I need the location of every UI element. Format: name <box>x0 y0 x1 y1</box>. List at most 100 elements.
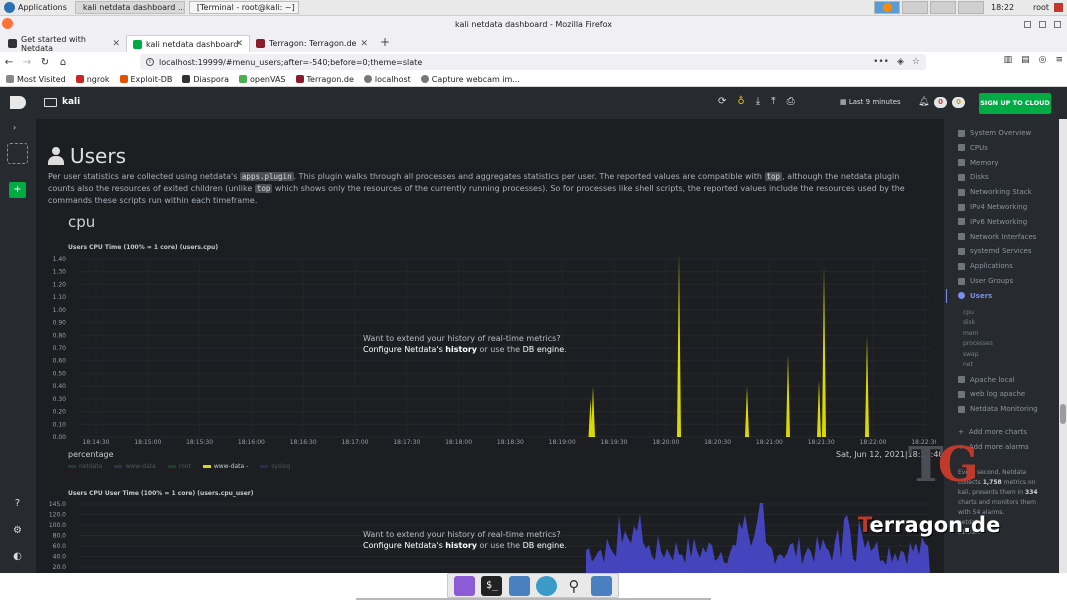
workspace-3[interactable] <box>930 1 956 14</box>
tab-netdata-dashboard[interactable]: kali netdata dashboard ✕ <box>126 35 250 52</box>
close-icon[interactable] <box>1054 21 1061 28</box>
sign-up-cloud-button[interactable]: SIGN UP TO CLOUD <box>979 93 1051 114</box>
menu-item-web-log-apache[interactable]: web log apache <box>958 390 1025 398</box>
bookmark-star-icon[interactable]: ☆ <box>912 57 920 67</box>
close-tab-icon[interactable]: ✕ <box>112 39 120 49</box>
menu-item-systemd-services[interactable]: systemd Services <box>958 247 1032 255</box>
menu-item-apache-local[interactable]: Apache local <box>958 376 1015 384</box>
user-icon[interactable]: ◐ <box>11 550 24 563</box>
account-icon[interactable]: ◎ <box>1039 55 1047 65</box>
url-bar[interactable]: i localhost:19999/#menu_users;after=-540… <box>140 54 926 70</box>
back-icon[interactable]: ← <box>0 57 18 68</box>
submenu-item-processes[interactable]: processes <box>963 340 993 347</box>
menu-item-applications[interactable]: Applications <box>958 262 1013 270</box>
netdata-logo-icon[interactable] <box>10 96 26 109</box>
tab-terragon[interactable]: Terragon: Terragon.de ✕ <box>250 35 374 52</box>
submenu-item-cpu[interactable]: cpu <box>963 309 974 316</box>
print-icon[interactable]: ⎙ <box>787 96 795 107</box>
applications-menu[interactable]: Applications <box>0 0 71 16</box>
sidebar-icon[interactable]: ▤ <box>1021 55 1030 65</box>
legend-item[interactable]: syslog <box>260 463 290 470</box>
menu-item-netdata-monitoring[interactable]: Netdata Monitoring <box>958 405 1038 413</box>
scrollbar-thumb[interactable] <box>1060 404 1066 424</box>
db-engine-link[interactable]: DB engine <box>523 345 564 354</box>
sync-icon[interactable]: ⟳ <box>718 96 726 107</box>
bell-icon[interactable]: 🔔︎ <box>918 97 929 107</box>
legend-item[interactable]: www-data - <box>202 463 248 470</box>
menu-item-users[interactable]: Users <box>958 292 992 300</box>
show-desktop-icon[interactable] <box>454 575 476 596</box>
search-icon[interactable]: ⚲ <box>563 576 584 596</box>
page-scrollbar[interactable] <box>1059 119 1067 573</box>
maximize-icon[interactable] <box>1039 21 1046 28</box>
menu-item-system-overview[interactable]: System Overview <box>958 129 1031 137</box>
library-icon[interactable]: ▥ <box>1004 55 1013 65</box>
bookmark-most-visited[interactable]: Most Visited <box>6 75 66 84</box>
bookmark-ngrok[interactable]: ngrok <box>75 75 110 84</box>
url-text[interactable]: localhost:19999/#menu_users;after=-540;b… <box>159 58 422 67</box>
history-link[interactable]: history <box>445 345 477 354</box>
warning-alarms-badge[interactable]: 0 <box>952 97 965 108</box>
workspace-switcher[interactable] <box>874 1 984 14</box>
site-info-icon[interactable]: i <box>146 58 154 66</box>
menu-icon[interactable]: ≡ <box>1055 55 1063 65</box>
logout-icon[interactable] <box>1054 3 1063 12</box>
menu-item-disks[interactable]: Disks <box>958 173 989 181</box>
legend-item[interactable]: root <box>167 463 191 470</box>
menu-item-network-interfaces[interactable]: Network Interfaces <box>958 233 1036 241</box>
submenu-item-net[interactable]: net <box>963 361 973 368</box>
home-icon[interactable]: ⌂ <box>54 57 72 68</box>
terminal-icon[interactable]: $_ <box>481 575 503 596</box>
bookmark-terragon[interactable]: Terragon.de <box>295 75 354 84</box>
host-name[interactable]: kali <box>62 97 80 107</box>
menu-item-networking-stack[interactable]: Networking Stack <box>958 188 1032 196</box>
forward-icon[interactable]: → <box>18 57 36 68</box>
submenu-item-mem[interactable]: mem <box>963 330 978 337</box>
pocket-icon[interactable]: ◈ <box>897 57 904 67</box>
menu-item-user-groups[interactable]: User Groups <box>958 277 1013 285</box>
submenu-item-swap[interactable]: swap <box>963 351 979 358</box>
tab-get-started[interactable]: Get started with Netdata ✕ <box>2 35 126 53</box>
menu-item-ipv6-networking[interactable]: IPv6 Networking <box>958 218 1027 226</box>
help-icon[interactable]: ? <box>11 497 24 510</box>
menu-item-memory[interactable]: Memory <box>958 159 998 167</box>
browser-icon[interactable] <box>536 575 558 596</box>
panel-clock[interactable]: 18:22 <box>991 3 1014 12</box>
critical-alarms-badge[interactable]: 0 <box>934 97 947 108</box>
close-tab-icon[interactable]: ✕ <box>235 39 243 49</box>
bookmark-capture-webcam[interactable]: Capture webcam im... <box>420 75 520 84</box>
taskbar-firefox[interactable]: kali netdata dashboard ... <box>74 1 185 14</box>
legend-item[interactable]: www-data <box>114 463 156 470</box>
add-more-charts-link[interactable]: + Add more charts <box>958 428 1027 436</box>
workspace-4[interactable] <box>958 1 984 14</box>
submenu-item-disk[interactable]: disk <box>963 319 975 326</box>
timeframe-picker[interactable]: ▦ Last 9 minutes <box>840 98 901 106</box>
upload-icon[interactable]: ⤒ <box>771 96 775 107</box>
bookmark-openvas[interactable]: openVAS <box>239 75 286 84</box>
minimize-icon[interactable] <box>1024 21 1031 28</box>
menu-item-ipv4-networking[interactable]: IPv4 Networking <box>958 203 1027 211</box>
lightbulb-icon[interactable]: ♁ <box>737 96 744 107</box>
menu-item-cpus[interactable]: CPUs <box>958 144 988 152</box>
history-link[interactable]: history <box>445 541 477 550</box>
space-placeholder[interactable] <box>7 143 28 164</box>
panel-user[interactable]: root <box>1033 3 1049 12</box>
page-actions-icon[interactable]: ••• <box>873 57 889 67</box>
bookmark-localhost[interactable]: localhost <box>363 75 411 84</box>
workspace-2[interactable] <box>902 1 928 14</box>
new-tab-button[interactable]: + <box>374 35 396 52</box>
reload-icon[interactable]: ↻ <box>36 57 54 68</box>
settings-gear-icon[interactable]: ⚙ <box>11 524 24 537</box>
taskbar-terminal[interactable]: [Terminal - root@kali: ~] <box>188 1 299 14</box>
file-manager-icon[interactable] <box>508 575 530 596</box>
chevron-right-icon[interactable]: › <box>13 123 16 132</box>
folder-icon[interactable] <box>590 575 612 596</box>
workspace-1[interactable] <box>874 1 900 14</box>
legend-item[interactable]: netdata <box>68 463 102 470</box>
bookmark-diaspora[interactable]: Diaspora <box>182 75 229 84</box>
bookmark-exploit-db[interactable]: Exploit-DB <box>119 75 172 84</box>
add-space-button[interactable]: + <box>9 182 26 198</box>
db-engine-link[interactable]: DB engine <box>523 541 564 550</box>
download-icon[interactable]: ⤓ <box>756 96 760 107</box>
close-tab-icon[interactable]: ✕ <box>360 39 368 49</box>
